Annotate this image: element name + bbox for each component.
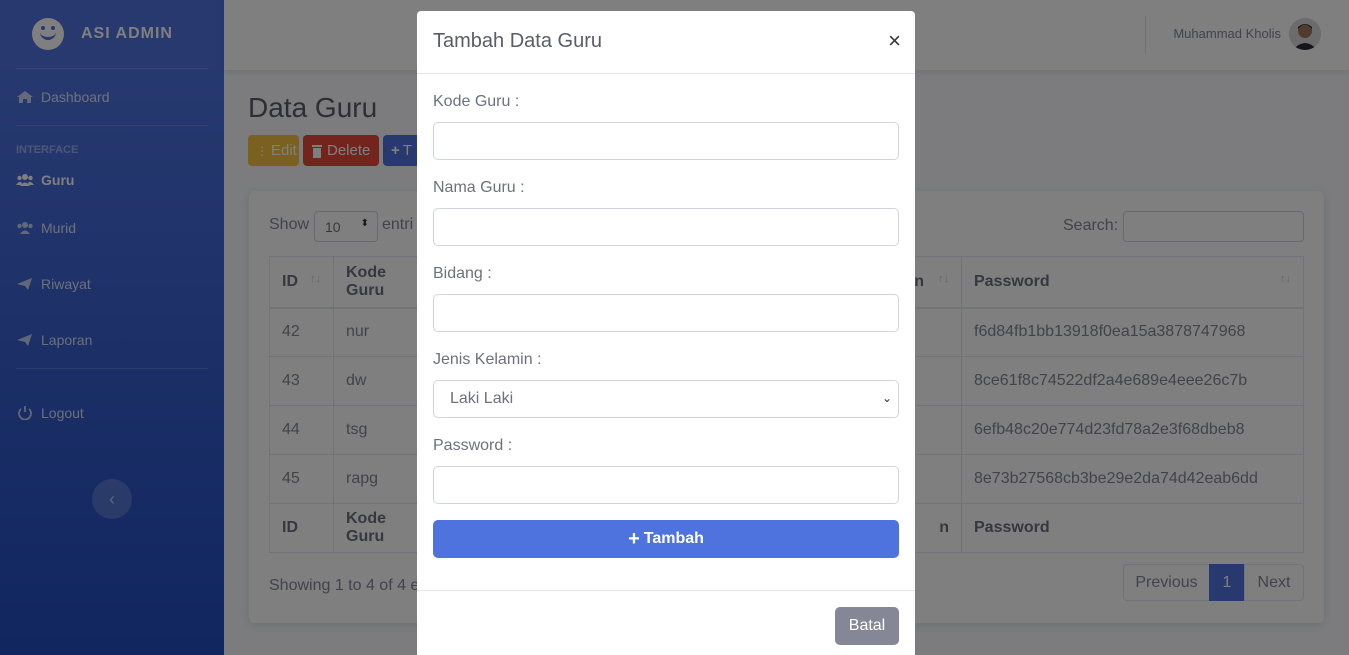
bidang-label: Bidang : <box>433 265 492 282</box>
modal-title: Tambah Data Guru <box>433 30 602 52</box>
add-teacher-modal: Tambah Data Guru × Kode Guru : Nama Guru… <box>417 11 915 655</box>
kode-guru-label: Kode Guru : <box>433 93 520 110</box>
kode-guru-input[interactable] <box>433 122 899 160</box>
modal-header: Tambah Data Guru × <box>417 11 915 74</box>
password-input[interactable] <box>433 466 899 504</box>
jenis-kelamin-select[interactable]: Laki Laki ⌄ <box>433 380 899 418</box>
close-icon[interactable]: × <box>888 28 901 54</box>
nama-guru-input[interactable] <box>433 208 899 246</box>
tambah-button-label: Tambah <box>643 530 704 547</box>
chevron-down-icon: ⌄ <box>881 391 892 405</box>
tambah-button[interactable]: + Tambah <box>433 520 899 558</box>
jenis-kelamin-value: Laki Laki <box>450 390 514 407</box>
nama-guru-label: Nama Guru : <box>433 179 525 196</box>
modal-footer-divider <box>417 590 915 591</box>
jenis-kelamin-label: Jenis Kelamin : <box>433 351 542 368</box>
plus-icon: + <box>628 528 640 550</box>
password-label: Password : <box>433 437 513 454</box>
batal-button[interactable]: Batal <box>835 607 899 645</box>
bidang-input[interactable] <box>433 294 899 332</box>
